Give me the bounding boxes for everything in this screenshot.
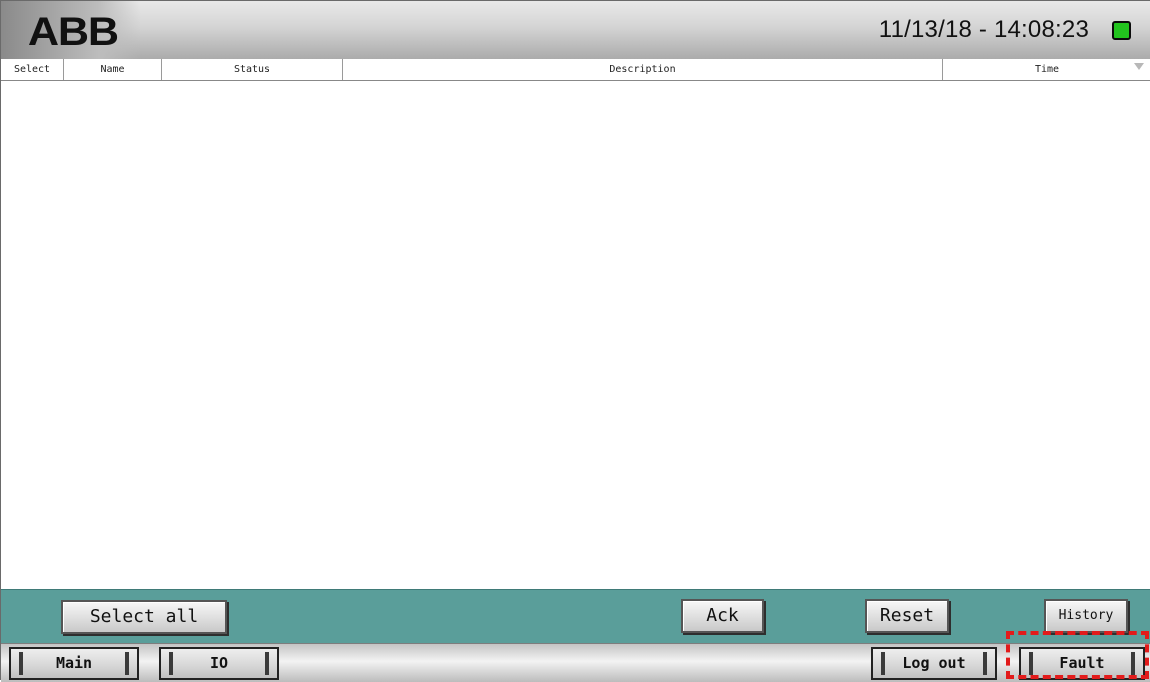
logo-letter-b2: B [87, 10, 119, 54]
logo-letter-b1: B [57, 10, 89, 54]
alarm-table-header: Select Name Status Description Time [1, 59, 1150, 81]
datetime-display: 11/13/18 - 14:08:23 [878, 16, 1089, 43]
fault-button-highlight-box [1006, 631, 1149, 679]
connection-status-icon [1112, 21, 1131, 40]
logout-button[interactable]: Log out [871, 647, 997, 680]
alarm-action-bar: Select all Ack Reset History [1, 589, 1150, 644]
ack-button[interactable]: Ack [681, 599, 764, 633]
reset-button[interactable]: Reset [865, 599, 949, 633]
column-header-status[interactable]: Status [162, 59, 343, 80]
header-bar: A B B 11/13/18 - 14:08:23 [1, 1, 1150, 60]
sort-descending-icon[interactable] [1134, 63, 1144, 70]
hmi-window: A B B 11/13/18 - 14:08:23 Select Name St… [0, 0, 1150, 682]
select-all-button[interactable]: Select all [61, 600, 227, 634]
logo-letter-a: A [27, 10, 59, 54]
alarm-list-area[interactable] [1, 81, 1150, 589]
column-header-select[interactable]: Select [1, 59, 64, 80]
io-nav-button[interactable]: IO [159, 647, 279, 680]
history-button[interactable]: History [1044, 599, 1128, 633]
column-header-name[interactable]: Name [64, 59, 162, 80]
column-header-description[interactable]: Description [343, 59, 943, 80]
main-nav-button[interactable]: Main [9, 647, 139, 680]
column-header-time[interactable]: Time [943, 59, 1150, 80]
bottom-navigation-bar: Main IO Log out Fault [1, 643, 1150, 682]
abb-logo: A B B [27, 10, 119, 54]
